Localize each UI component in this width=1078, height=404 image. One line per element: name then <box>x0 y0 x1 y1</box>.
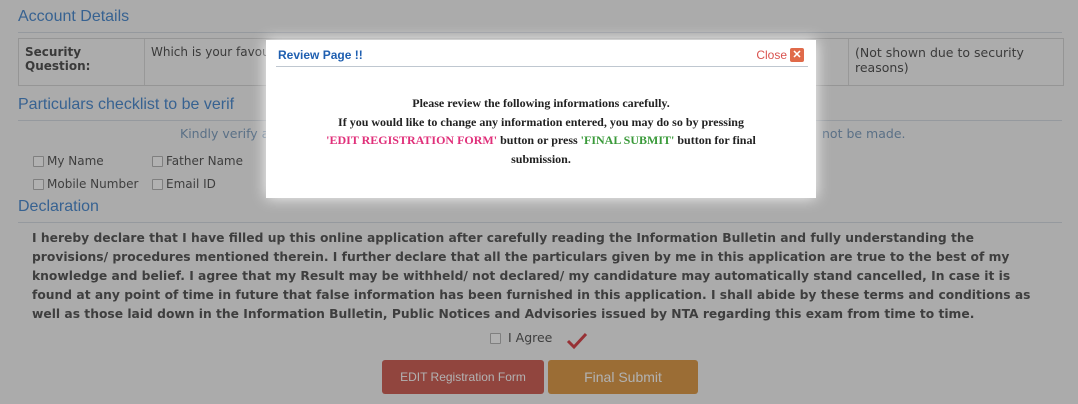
modal-message: Please review the following informations… <box>296 94 786 168</box>
message-line-1: Please review the following informations… <box>412 96 670 110</box>
review-modal: Review Page !! Close ✕ Please review the… <box>266 40 816 198</box>
modal-divider <box>276 66 808 67</box>
close-label: Close <box>756 48 787 62</box>
modal-title: Review Page !! <box>278 48 363 62</box>
message-line-3: 'EDIT REGISTRATION FORM' button or press… <box>296 131 786 168</box>
message-mid: button or press <box>497 133 581 147</box>
close-button[interactable]: Close ✕ <box>756 48 804 62</box>
final-term: 'FINAL SUBMIT' <box>580 133 675 147</box>
close-icon[interactable]: ✕ <box>790 48 804 62</box>
edit-term: 'EDIT REGISTRATION FORM' <box>326 133 498 147</box>
message-line-2: If you would like to change any informat… <box>338 114 744 129</box>
